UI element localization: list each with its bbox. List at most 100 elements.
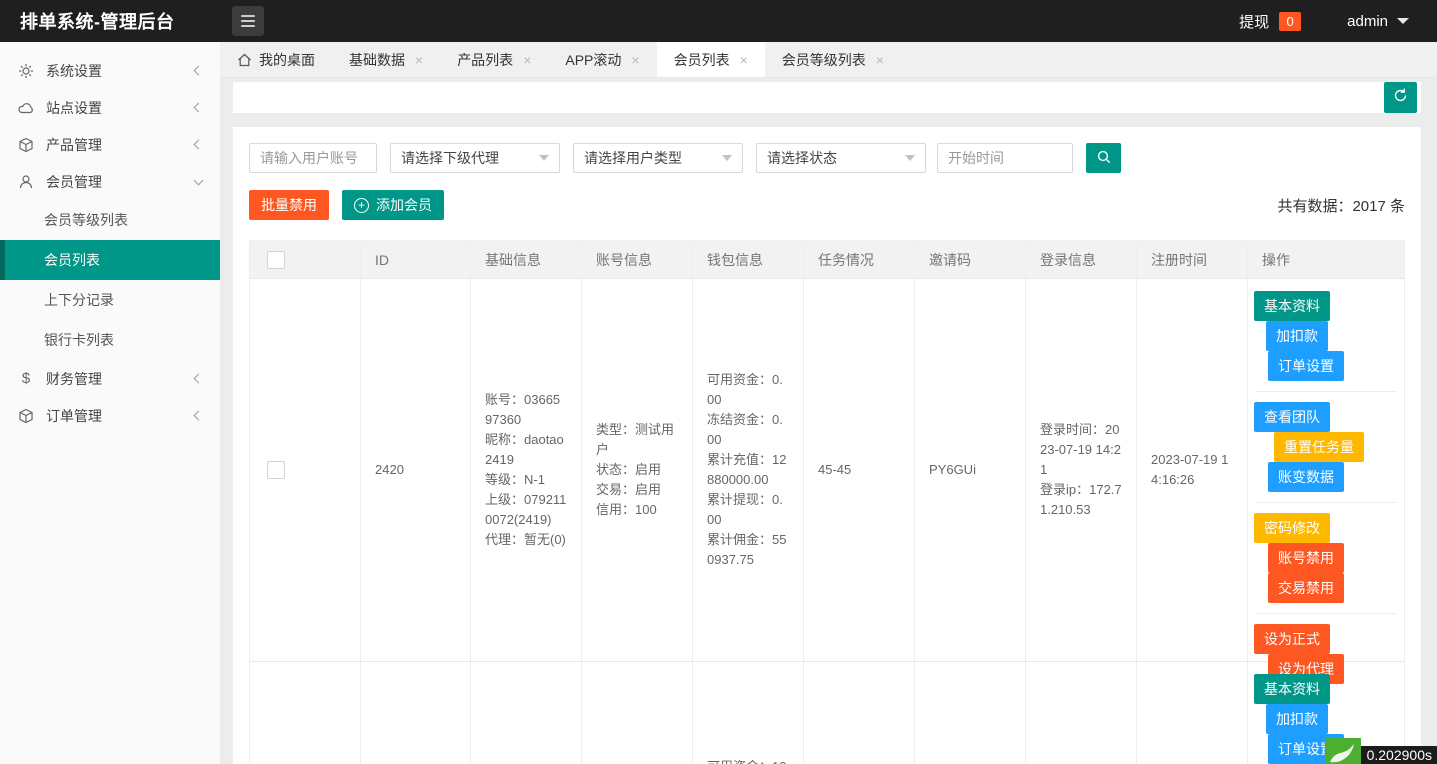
collapse-menu-button[interactable]: [232, 6, 264, 36]
sidebar-item-updown-records[interactable]: 上下分记录: [0, 280, 220, 320]
status-select[interactable]: 请选择状态: [756, 143, 926, 173]
tab-member-list[interactable]: 会员列表 ×: [656, 42, 765, 77]
trace-elapsed-time: 0.202900s: [1360, 746, 1437, 764]
order-settings-button[interactable]: 订单设置: [1268, 351, 1344, 381]
tab-basic-data[interactable]: 基础数据 ×: [332, 42, 440, 77]
dollar-icon: $: [21, 370, 31, 387]
sidebar-subitem-label: 会员等级列表: [44, 212, 128, 228]
account-input[interactable]: [249, 143, 377, 173]
change-password-button[interactable]: 密码修改: [1254, 513, 1330, 543]
sidebar: 系统设置 站点设置 产品管理 会员管理 会员等级列表 会员列表 上下分记录 银行…: [0, 42, 220, 764]
tab-label: 基础数据: [349, 51, 405, 68]
member-list-panel: 请选择下级代理 请选择用户类型 请选择状态: [233, 127, 1421, 764]
ops-divider: [1256, 613, 1396, 614]
status-select-value: 请选择状态: [767, 150, 837, 166]
select-all-checkbox[interactable]: [267, 250, 285, 269]
sidebar-item-product-mgmt[interactable]: 产品管理: [0, 126, 220, 163]
home-icon: [237, 53, 252, 67]
column-header-invite: 邀请码: [915, 241, 1026, 278]
sidebar-item-site-settings[interactable]: 站点设置: [0, 89, 220, 126]
ops-divider: [1256, 391, 1396, 392]
add-deduct-button[interactable]: 加扣款: [1266, 321, 1328, 351]
account-status: 状态：启用: [596, 462, 662, 477]
column-header-wallet: 钱包信息: [693, 241, 804, 278]
basic-profile-button[interactable]: 基本资料: [1254, 674, 1330, 704]
sidebar-item-member-list[interactable]: 会员列表: [0, 240, 220, 280]
content-area: 请选择下级代理 请选择用户类型 请选择状态: [220, 78, 1437, 764]
debug-trace-badge: 0.202900s: [1324, 738, 1437, 764]
agent-select[interactable]: 请选择下级代理: [390, 143, 560, 173]
withdraw-menu[interactable]: 提现 0: [1239, 11, 1302, 32]
batch-disable-button[interactable]: 批量禁用: [249, 190, 329, 220]
basic-profile-button[interactable]: 基本资料: [1254, 291, 1330, 321]
login-time: 登录时间：2023-07-19 14:21: [1040, 422, 1121, 477]
action-toolbar: 批量禁用 + 添加会员 共有数据：2017 条: [249, 190, 1405, 220]
chevron-down-icon: [193, 175, 204, 185]
sidebar-item-member-level-list[interactable]: 会员等级列表: [0, 200, 220, 240]
package-icon: [18, 137, 34, 153]
sidebar-item-member-mgmt[interactable]: 会员管理: [0, 163, 220, 200]
tab-label: 产品列表: [457, 51, 514, 68]
tab-member-level-list[interactable]: 会员等级列表 ×: [765, 42, 901, 77]
tab-app-scroll[interactable]: APP滚动 ×: [548, 42, 656, 77]
user-icon: [18, 174, 34, 190]
start-time-input[interactable]: [937, 143, 1073, 173]
sidebar-subitem-label: 会员列表: [44, 252, 100, 268]
toolbar-strip: [233, 82, 1421, 113]
topbar-right: 提现 0 admin: [1239, 11, 1437, 32]
close-icon[interactable]: ×: [523, 52, 531, 68]
close-icon[interactable]: ×: [740, 52, 748, 68]
package-icon: [18, 408, 34, 424]
cloud-icon: [18, 100, 34, 116]
column-header-login: 登录信息: [1026, 241, 1137, 278]
cell-basic-info: 账号：0366597360 昵称：daotao2419 等级：N-1 上级：07…: [471, 279, 582, 661]
withdraw-label: 提现: [1239, 13, 1270, 31]
view-team-button[interactable]: 查看团队: [1254, 402, 1330, 432]
add-member-label: 添加会员: [376, 197, 432, 213]
disable-trade-button[interactable]: 交易禁用: [1268, 573, 1344, 603]
wallet-withdraw: 累计提现：0.00: [707, 492, 783, 527]
close-icon[interactable]: ×: [415, 52, 423, 68]
sidebar-item-label: 系统设置: [46, 62, 102, 79]
tabbar: 我的桌面 基础数据 × 产品列表 × APP滚动 × 会员列表 × 会员等级列表…: [220, 42, 1437, 78]
cell-operations: 基本资料加扣款 订单设置 查看团队 重置任务量 账变数据 密码修改 账号禁用 交…: [1248, 279, 1405, 684]
refresh-button[interactable]: [1384, 82, 1417, 113]
add-member-button[interactable]: + 添加会员: [342, 190, 444, 220]
login-ip: 登录ip：172.71.210.53: [1040, 482, 1122, 517]
close-icon[interactable]: ×: [876, 52, 884, 68]
user-menu[interactable]: admin: [1347, 13, 1409, 30]
sidebar-item-bankcard-list[interactable]: 银行卡列表: [0, 320, 220, 360]
cell-id: 2420: [361, 279, 471, 661]
cell-registered: 2023-07-19 14:16:26: [1137, 279, 1248, 661]
tab-product-list[interactable]: 产品列表 ×: [440, 42, 548, 77]
user-type-select[interactable]: 请选择用户类型: [573, 143, 743, 173]
chevron-down-icon: [905, 155, 915, 161]
row-checkbox[interactable]: [267, 461, 285, 479]
trace-logo-icon[interactable]: [1324, 738, 1361, 764]
table-row: 可用资金：10 基本资料加扣款 订单设置: [250, 662, 1405, 764]
disable-account-button[interactable]: 账号禁用: [1268, 543, 1344, 573]
wallet-frozen: 冻结资金：0.00: [707, 412, 783, 447]
search-button[interactable]: [1086, 143, 1121, 173]
add-deduct-button[interactable]: 加扣款: [1266, 704, 1328, 734]
app-title: 排单系统-管理后台: [20, 12, 175, 32]
gear-icon: [18, 63, 34, 79]
tab-desktop[interactable]: 我的桌面: [220, 42, 332, 77]
cell-invite-code: PY6GUi: [915, 279, 1026, 661]
sidebar-item-label: 产品管理: [46, 136, 102, 153]
reset-task-button[interactable]: 重置任务量: [1274, 432, 1364, 462]
sidebar-item-finance-mgmt[interactable]: $ 财务管理: [0, 360, 220, 397]
sidebar-item-system-settings[interactable]: 系统设置: [0, 52, 220, 89]
withdraw-count-badge: 0: [1279, 11, 1302, 31]
app-window: 排单系统-管理后台 提现 0 admin 系统设置 站点设置 产品管理 会员管理…: [0, 0, 1437, 764]
close-icon[interactable]: ×: [631, 52, 639, 68]
cell-wallet-info: 可用资金：0.00 冻结资金：0.00 累计充值：12880000.00 累计提…: [693, 279, 804, 661]
member-table: ID 基础信息 账号信息 钱包信息 任务情况 邀请码 登录信息 注册时间 操作: [249, 240, 1405, 764]
column-header-task: 任务情况: [804, 241, 915, 278]
column-header-account: 账号信息: [582, 241, 693, 278]
wallet-available: 可用资金：0.00: [707, 372, 783, 407]
column-header-basic: 基础信息: [471, 241, 582, 278]
set-formal-button[interactable]: 设为正式: [1254, 624, 1330, 654]
sidebar-item-order-mgmt[interactable]: 订单管理: [0, 397, 220, 434]
account-change-button[interactable]: 账变数据: [1268, 462, 1344, 492]
